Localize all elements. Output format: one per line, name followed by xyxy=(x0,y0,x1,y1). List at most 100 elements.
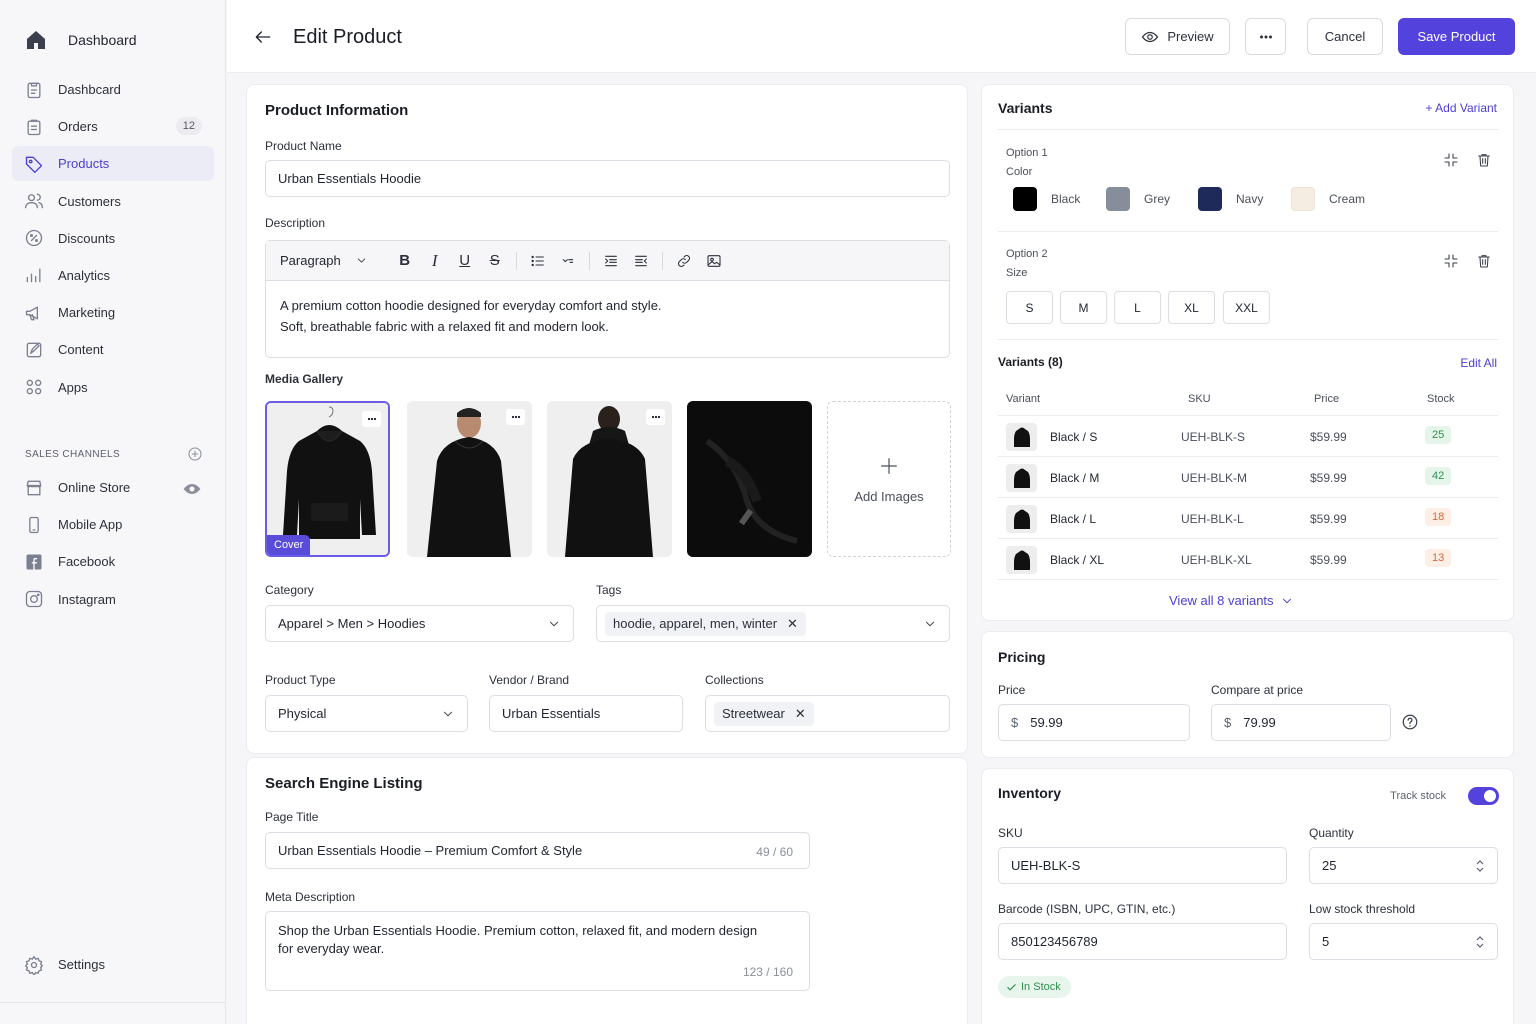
channel-instagram[interactable]: Instagram xyxy=(12,582,214,617)
media-thumbnail[interactable] xyxy=(547,401,672,557)
table-row[interactable]: Black / M UEH-BLK-M $59.99 42 xyxy=(998,456,1498,497)
size-option-xl[interactable]: XL xyxy=(1168,291,1215,324)
remove-tag-icon[interactable]: ✕ xyxy=(787,616,798,632)
size-option-s[interactable]: S xyxy=(1006,291,1053,324)
sidebar-item-customers[interactable]: Customers xyxy=(12,184,214,219)
table-row[interactable]: Black / XL UEH-BLK-XL $59.99 13 xyxy=(998,538,1498,579)
list-style-button[interactable] xyxy=(553,247,583,275)
channel-mobile-app[interactable]: Mobile App xyxy=(12,507,214,542)
divider xyxy=(998,129,1498,130)
media-thumbnail[interactable]: Cover xyxy=(265,401,390,557)
trash-icon[interactable] xyxy=(1476,152,1492,168)
indent-button[interactable] xyxy=(596,247,626,275)
table-row[interactable]: Black / L UEH-BLK-L $59.99 18 xyxy=(998,497,1498,538)
thumbnail-menu-button[interactable] xyxy=(506,409,525,425)
category-select[interactable]: Apparel > Men > Hoodies xyxy=(265,605,574,642)
media-thumbnail[interactable] xyxy=(687,401,812,557)
add-circle-icon[interactable] xyxy=(187,446,203,462)
eye-icon[interactable] xyxy=(182,479,202,499)
color-swatch-cream[interactable]: Cream xyxy=(1291,187,1365,211)
save-product-button[interactable]: Save Product xyxy=(1398,18,1515,55)
collections-input[interactable]: Streetwear ✕ xyxy=(705,695,950,732)
outdent-button[interactable] xyxy=(626,247,656,275)
meta-description-input[interactable]: Shop the Urban Essentials Hoodie. Premiu… xyxy=(265,911,810,991)
sidebar-item-marketing[interactable]: Marketing xyxy=(12,295,214,330)
table-row[interactable]: Black / S UEH-BLK-S $59.99 25 xyxy=(998,415,1498,456)
quantity-stepper[interactable]: 25 xyxy=(1309,847,1498,884)
product-name-value: Urban Essentials Hoodie xyxy=(278,171,422,186)
variants-list-title: Variants (8) xyxy=(998,355,1063,369)
italic-button[interactable]: I xyxy=(420,247,450,275)
back-arrow-icon[interactable] xyxy=(253,27,273,47)
sidebar-item-orders[interactable]: Orders 12 xyxy=(12,109,214,144)
hoodie-icon xyxy=(1013,427,1030,447)
variant-thumbnail xyxy=(1006,505,1037,533)
swatch-label: Navy xyxy=(1236,192,1264,206)
sidebar-item-label: Analytics xyxy=(58,267,111,283)
bold-icon: B xyxy=(399,252,411,269)
trash-icon[interactable] xyxy=(1476,253,1492,269)
strikethrough-button[interactable]: S xyxy=(480,247,510,275)
edit-all-link[interactable]: Edit All xyxy=(1460,356,1497,370)
brand[interactable]: Dashboard xyxy=(24,28,137,52)
stepper-arrows-icon[interactable] xyxy=(1475,857,1485,875)
variant-price: $59.99 xyxy=(1310,512,1347,526)
sidebar-item-analytics[interactable]: Analytics xyxy=(12,258,214,293)
media-thumbnail[interactable] xyxy=(407,401,532,557)
description-text-area[interactable]: A premium cotton hoodie designed for eve… xyxy=(266,281,949,351)
add-variant-button[interactable]: + Add Variant xyxy=(1426,101,1498,115)
collapse-icon[interactable] xyxy=(1443,253,1459,269)
sidebar-item-settings[interactable]: Settings xyxy=(12,947,214,982)
sidebar-item-discounts[interactable]: Discounts xyxy=(12,221,214,256)
indent-icon xyxy=(604,255,617,266)
bold-button[interactable]: B xyxy=(390,247,420,275)
color-swatch-grey[interactable]: Grey xyxy=(1106,187,1170,211)
color-swatch-navy[interactable]: Navy xyxy=(1198,187,1263,211)
view-all-variants-link[interactable]: View all 8 variants xyxy=(1169,593,1294,608)
in-stock-badge: In Stock xyxy=(998,976,1071,998)
bullet-list-button[interactable] xyxy=(523,247,553,275)
sidebar-item-apps[interactable]: Apps xyxy=(12,370,214,405)
sidebar-item-dashboard[interactable]: Dashbcard xyxy=(12,72,214,107)
size-option-l[interactable]: L xyxy=(1114,291,1161,324)
tags-input[interactable]: hoodie, apparel, men, winter ✕ xyxy=(596,605,950,642)
compare-price-input[interactable]: $ 79.99 xyxy=(1211,704,1391,741)
stock-badge: 13 xyxy=(1425,549,1452,567)
underline-button[interactable]: U xyxy=(450,247,480,275)
stepper-arrows-icon[interactable] xyxy=(1475,933,1485,951)
cancel-button[interactable]: Cancel xyxy=(1307,18,1383,55)
barcode-input[interactable]: 850123456789 xyxy=(998,923,1287,960)
quantity-value: 25 xyxy=(1322,858,1337,873)
color-swatch-black[interactable]: Black xyxy=(1013,187,1080,211)
description-editor: Paragraph B I U S A premium cotton hoodi… xyxy=(265,240,950,358)
sidebar-item-products[interactable]: Products xyxy=(12,146,214,182)
channel-facebook[interactable]: Facebook xyxy=(12,544,214,579)
remove-collection-icon[interactable]: ✕ xyxy=(795,706,806,722)
option1-name: Color xyxy=(1006,166,1033,178)
insert-link-button[interactable] xyxy=(669,247,699,275)
add-images-button[interactable]: Add Images xyxy=(827,401,951,557)
size-option-xxl[interactable]: XXL xyxy=(1223,291,1270,324)
description-line: A premium cotton hoodie designed for eve… xyxy=(280,298,662,313)
help-icon[interactable] xyxy=(1401,713,1419,731)
price-input[interactable]: $ 59.99 xyxy=(998,704,1190,741)
sidebar-item-content[interactable]: Content xyxy=(12,332,214,367)
collapse-icon[interactable] xyxy=(1443,152,1459,168)
channel-online-store[interactable]: Online Store xyxy=(12,470,214,505)
product-name-input[interactable]: Urban Essentials Hoodie xyxy=(265,160,950,197)
track-stock-toggle[interactable] xyxy=(1468,787,1499,805)
ellipsis-icon xyxy=(651,415,660,419)
option2-name: Size xyxy=(1006,267,1028,279)
insert-image-button[interactable] xyxy=(699,247,729,275)
more-actions-button[interactable] xyxy=(1245,18,1286,55)
product-type-select[interactable]: Physical xyxy=(265,695,468,732)
thumbnail-menu-button[interactable] xyxy=(362,411,381,427)
vendor-input[interactable]: Urban Essentials xyxy=(489,695,683,732)
preview-button[interactable]: Preview xyxy=(1125,18,1230,55)
page-title-input[interactable]: Urban Essentials Hoodie – Premium Comfor… xyxy=(265,832,810,869)
size-option-m[interactable]: M xyxy=(1060,291,1107,324)
sku-input[interactable]: UEH-BLK-S xyxy=(998,847,1287,884)
low-stock-threshold-stepper[interactable]: 5 xyxy=(1309,923,1498,960)
thumbnail-menu-button[interactable] xyxy=(646,409,665,425)
format-select[interactable]: Paragraph xyxy=(280,253,368,268)
